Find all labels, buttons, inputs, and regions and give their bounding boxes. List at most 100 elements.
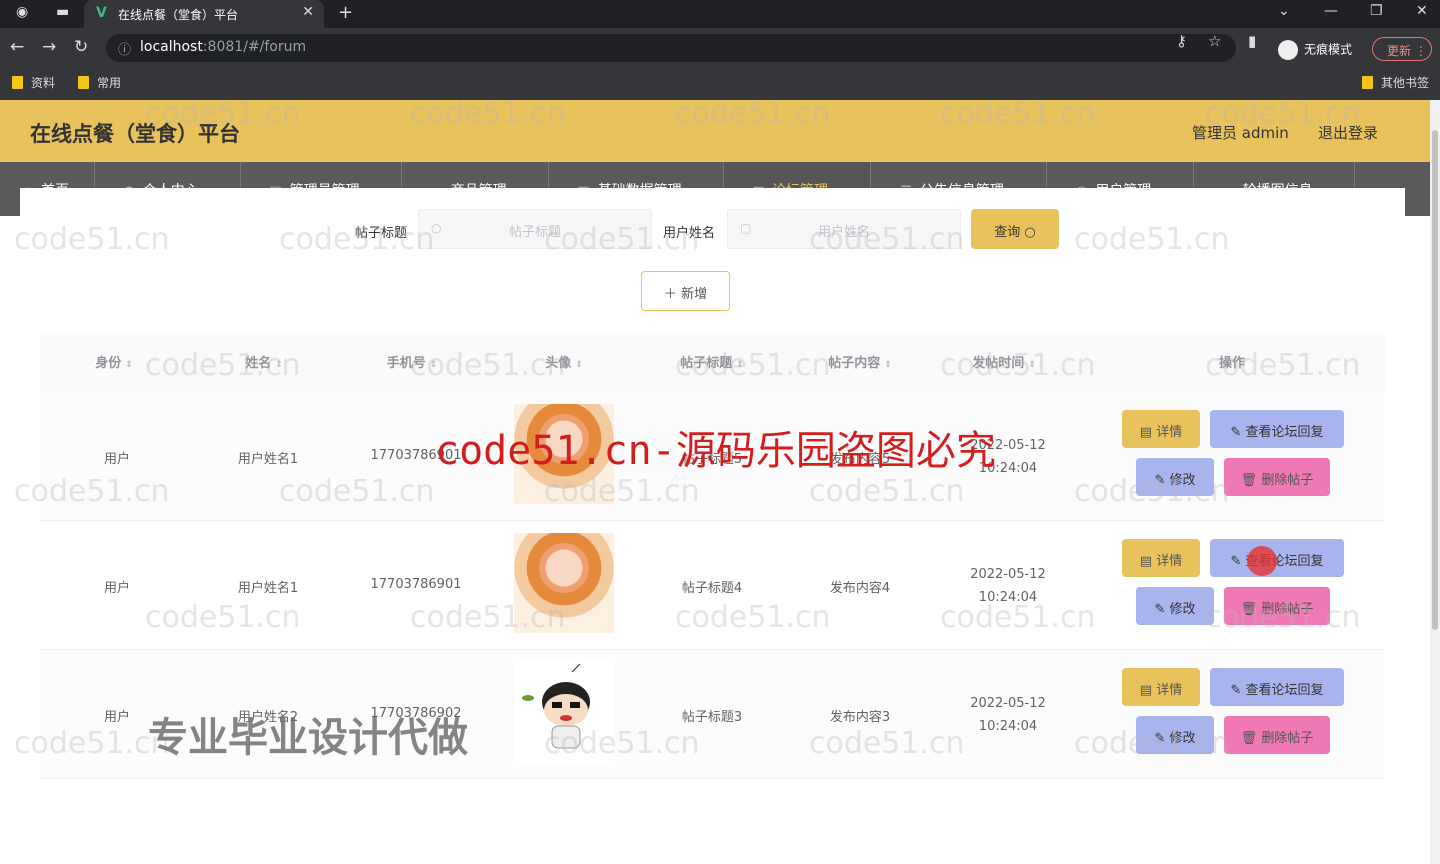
search-icon: ○ (431, 221, 442, 235)
doc-icon: ▤ (1139, 425, 1153, 440)
bookmark-label: 其他书签 (1381, 76, 1430, 90)
title-search-input[interactable]: ○ 帖子标题 (418, 209, 652, 249)
doc-icon: ▤ (1139, 554, 1153, 569)
th-role[interactable]: 身份 ⇕ (95, 352, 133, 371)
detail-button[interactable]: ▤ 详情 (1122, 668, 1200, 706)
cell-content: 发布内容4 (829, 581, 891, 596)
window-close-icon[interactable]: ✕ (1416, 3, 1428, 19)
th-post-content[interactable]: 帖子内容 ⇕ (828, 352, 892, 371)
avatar[interactable] (514, 533, 614, 633)
user-search-icon: ▢ (740, 221, 752, 235)
query-button[interactable]: 查询 ○ (971, 209, 1059, 249)
sort-icon: ⇕ (275, 360, 283, 370)
th-label: 头像 (545, 356, 572, 371)
search-icon: ○ (1024, 225, 1036, 240)
add-label: 新增 (681, 287, 708, 302)
th-avatar[interactable]: 头像 ⇕ (545, 352, 583, 371)
cell-phone: 17703786901 (370, 577, 462, 592)
browser-menu-icon[interactable]: ◉ (16, 4, 28, 20)
detail-label: 详情 (1156, 683, 1183, 698)
sort-icon: ⇕ (736, 360, 744, 370)
th-label: 手机号 (386, 356, 426, 371)
close-tab-icon[interactable]: ✕ (302, 4, 314, 20)
tab-search-icon[interactable]: ▬ (56, 4, 69, 20)
add-button[interactable]: ＋ 新增 (641, 271, 730, 311)
th-label: 身份 (95, 356, 122, 371)
sidepanel-icon[interactable]: ▮ (1248, 32, 1256, 50)
reply-label: 查看论坛回复 (1245, 425, 1324, 440)
bookmark-label: 常用 (97, 76, 122, 90)
other-bookmarks[interactable]: 其他书签 (1362, 74, 1429, 91)
edit-icon: ✎ (1154, 731, 1166, 746)
admin-name: 管理员 admin (1192, 124, 1289, 142)
site-info-icon[interactable]: ⓘ (118, 39, 131, 58)
detail-label: 详情 (1156, 425, 1183, 440)
delete-label: 删除帖子 (1261, 731, 1314, 746)
cell-name: 用户姓名1 (237, 452, 299, 467)
forum-table: 身份 ⇕ 姓名 ⇕ 手机号 ⇕ 头像 ⇕ 帖子标题 ⇕ 帖子内容 ⇕ 发帖时间 ⇕ 操作 用户… (40, 332, 1385, 779)
trash-icon: 🗑 (1240, 602, 1258, 617)
edit-icon: ✎ (1230, 425, 1242, 440)
th-label: 发帖时间 (972, 356, 1025, 371)
incognito-indicator[interactable]: 无痕模式 (1278, 34, 1352, 60)
new-tab-icon[interactable]: + (338, 2, 353, 23)
browser-tab[interactable]: V 在线点餐（堂食）平台 ✕ (84, 0, 324, 28)
app-header: 在线点餐（堂食）平台 管理员 admin 退出登录 (0, 100, 1430, 162)
cell-title: 帖子标题3 (681, 710, 743, 725)
trash-icon: 🗑 (1240, 731, 1258, 746)
reply-label: 查看论坛回复 (1245, 683, 1324, 698)
logout-link[interactable]: 退出登录 (1318, 122, 1378, 143)
view-replies-button[interactable]: ✎ 查看论坛回复 (1210, 539, 1344, 577)
title-search-label: 帖子标题 (355, 226, 408, 241)
back-icon[interactable]: ← (10, 37, 24, 57)
delete-button[interactable]: 🗑 删除帖子 (1224, 587, 1330, 625)
view-replies-button[interactable]: ✎ 查看论坛回复 (1210, 410, 1344, 448)
doc-icon: ▤ (1139, 683, 1153, 698)
th-label: 帖子内容 (828, 356, 881, 371)
forward-icon[interactable]: → (42, 37, 56, 57)
delete-button[interactable]: 🗑 删除帖子 (1224, 716, 1330, 754)
cell-time: 2022-05-12 10:24:04 (970, 567, 1046, 605)
delete-label: 删除帖子 (1261, 473, 1314, 488)
cell-content: 发布内容3 (829, 710, 891, 725)
plus-icon: ＋ (663, 287, 677, 302)
user-search-input[interactable]: ▢ 用户姓名 (727, 209, 961, 249)
browser-tabbar: ◉ ▬ V 在线点餐（堂食）平台 ✕ + ⌄ — ❐ ✕ (0, 0, 1440, 28)
edit-icon: ✎ (1230, 554, 1242, 569)
edit-icon: ✎ (1154, 602, 1166, 617)
folder-icon (12, 76, 23, 89)
reload-icon[interactable]: ↻ (74, 37, 88, 57)
edit-button[interactable]: ✎ 修改 (1136, 716, 1214, 754)
detail-button[interactable]: ▤ 详情 (1122, 410, 1200, 448)
th-actions: 操作 (1218, 356, 1246, 371)
address-bar[interactable]: ⓘ localhost:8081/#/forum (106, 34, 1236, 62)
bookmark-folder-2[interactable]: 常用 (78, 74, 121, 91)
table-row: 用户 用户姓名1 17703786901 帖子标题4 发布内容4 2022-05… (40, 521, 1385, 650)
bookmarks-bar: 资料 常用 其他书签 (0, 68, 1440, 100)
th-post-title[interactable]: 帖子标题 ⇕ (680, 352, 744, 371)
tab-list-icon[interactable]: ⌄ (1278, 3, 1290, 19)
edit-button[interactable]: ✎ 修改 (1136, 587, 1214, 625)
bookmark-star-icon[interactable]: ☆ (1208, 32, 1221, 50)
key-icon[interactable]: ⚷ (1176, 32, 1187, 50)
detail-button[interactable]: ▤ 详情 (1122, 539, 1200, 577)
incognito-icon (1278, 40, 1298, 60)
scrollbar-thumb[interactable] (1432, 130, 1438, 630)
sort-icon: ⇕ (575, 360, 583, 370)
update-button[interactable]: 更新 ⋮ (1372, 37, 1432, 61)
query-label: 查询 (994, 225, 1021, 240)
th-post-time[interactable]: 发帖时间 ⇕ (972, 352, 1036, 371)
click-indicator (1247, 546, 1277, 576)
detail-label: 详情 (1156, 554, 1183, 569)
view-replies-button[interactable]: ✎ 查看论坛回复 (1210, 668, 1344, 706)
th-phone[interactable]: 手机号 ⇕ (387, 352, 438, 371)
delete-button[interactable]: 🗑 删除帖子 (1224, 458, 1330, 496)
bookmark-folder-1[interactable]: 资料 (12, 74, 55, 91)
cartoon-avatar-icon (522, 663, 590, 749)
cell-title: 帖子标题4 (681, 581, 743, 596)
edit-button[interactable]: ✎ 修改 (1136, 458, 1214, 496)
th-name[interactable]: 姓名 ⇕ (245, 352, 283, 371)
minimize-icon[interactable]: — (1324, 3, 1338, 19)
avatar[interactable] (514, 662, 614, 762)
restore-icon[interactable]: ❐ (1370, 3, 1383, 19)
